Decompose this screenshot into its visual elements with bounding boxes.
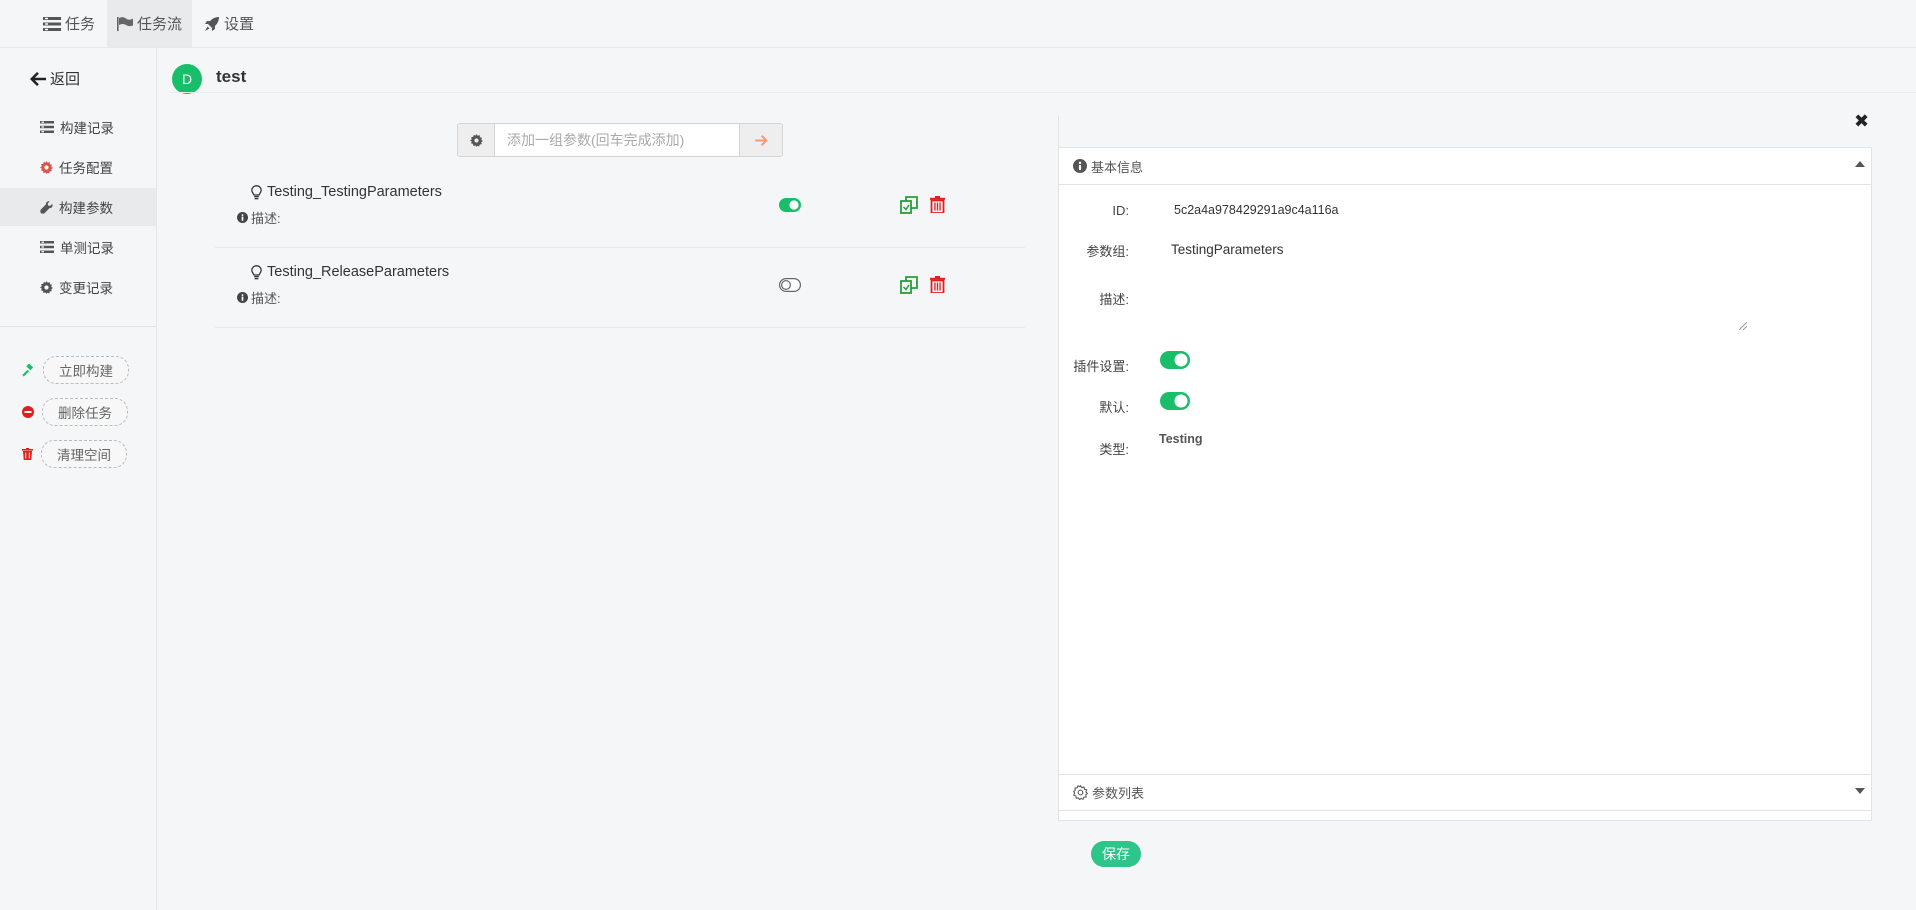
id-value: 5c2a4a978429291a9c4a116a — [1174, 203, 1339, 217]
tasks-icon — [43, 16, 61, 31]
param-name-label: Testing_TestingParameters — [267, 184, 442, 200]
resize-grip-icon[interactable] — [1739, 322, 1747, 330]
sidebar-item-label: 单测记录 — [60, 241, 114, 256]
arrow-right-icon — [754, 134, 768, 146]
plugin-toggle[interactable] — [1160, 351, 1190, 369]
info-icon — [237, 212, 248, 223]
sidebar-item-task-config[interactable]: 任务配置 — [0, 148, 156, 186]
info-icon — [237, 292, 248, 303]
sidebar-item-label: 任务配置 — [59, 161, 113, 176]
plugin-label: 插件设置: — [1073, 359, 1129, 374]
caret-down-icon — [1855, 788, 1865, 794]
lightbulb-icon — [251, 184, 262, 199]
param-desc: 描述: — [237, 288, 281, 307]
param-name[interactable]: Testing_TestingParameters — [251, 184, 442, 200]
desc-textarea[interactable] — [1167, 262, 1751, 316]
tab-tasks[interactable]: 任务 — [33, 0, 105, 47]
gear-icon — [40, 160, 53, 174]
build-now-button[interactable]: 立即构建 — [43, 356, 129, 384]
default-toggle[interactable] — [1160, 392, 1190, 410]
default-label: 默认: — [1099, 400, 1129, 415]
tab-tasks-label: 任务 — [65, 16, 96, 33]
gear-icon — [40, 280, 53, 294]
desc-label: 描述: — [1099, 292, 1129, 307]
build-now-action[interactable]: 立即构建 — [22, 356, 129, 384]
top-nav: 任务 任务流 设置 — [0, 0, 1916, 48]
param-row[interactable]: Testing_TestingParameters 描述: — [215, 168, 1025, 248]
sidebar: 返回 构建记录 任务配置 构建参数 单测记录 变更记录 立即构建 删除任务 清理… — [0, 48, 157, 910]
header-divider — [170, 92, 1916, 93]
sidebar-item-label: 构建记录 — [60, 121, 114, 136]
id-label: ID: — [1112, 203, 1129, 218]
sidebar-item-build-params[interactable]: 构建参数 — [0, 188, 156, 226]
copy-icon[interactable] — [900, 196, 918, 214]
gavel-icon — [22, 363, 34, 377]
clean-space-button[interactable]: 清理空间 — [41, 440, 127, 468]
add-param-bar — [457, 123, 783, 157]
close-icon[interactable]: ✖ — [1854, 111, 1869, 132]
back-label: 返回 — [50, 71, 81, 88]
param-desc: 描述: — [237, 208, 281, 227]
group-label: 参数组: — [1086, 244, 1129, 259]
back-button[interactable]: 返回 — [30, 68, 80, 89]
delete-task-button[interactable]: 删除任务 — [42, 398, 128, 426]
list-icon — [40, 121, 54, 133]
minus-circle-icon — [22, 406, 34, 418]
flag-icon — [117, 16, 133, 31]
trash-icon[interactable] — [930, 276, 945, 293]
basic-info-header[interactable]: 基本信息 — [1059, 148, 1871, 185]
param-desc-label: 描述: — [251, 211, 281, 226]
sidebar-item-label: 变更记录 — [59, 281, 113, 296]
tab-taskflow[interactable]: 任务流 — [107, 0, 193, 47]
copy-icon[interactable] — [900, 276, 918, 294]
settings-outline-icon — [1073, 785, 1088, 800]
param-name[interactable]: Testing_ReleaseParameters — [251, 264, 449, 280]
rocket-icon — [205, 16, 219, 31]
panel-border — [1058, 116, 1059, 147]
param-list-header[interactable]: 参数列表 — [1059, 774, 1871, 811]
sidebar-item-unit-test-records[interactable]: 单测记录 — [0, 228, 156, 266]
trash-icon — [22, 448, 33, 460]
param-desc-label: 描述: — [251, 291, 281, 306]
param-list-title: 参数列表 — [1092, 786, 1145, 801]
sidebar-item-label: 构建参数 — [59, 201, 113, 216]
add-param-submit-button[interactable] — [739, 124, 782, 156]
param-row[interactable]: Testing_ReleaseParameters 描述: — [215, 248, 1025, 328]
info-icon — [1073, 159, 1087, 173]
param-detail-panel: 基本信息 ID: 5c2a4a978429291a9c4a116a 参数组: T… — [1058, 147, 1872, 821]
param-name-label: Testing_ReleaseParameters — [267, 264, 450, 280]
list-icon — [40, 241, 54, 253]
param-enabled-toggle[interactable] — [779, 198, 801, 212]
type-value: Testing — [1159, 432, 1203, 446]
add-param-input[interactable] — [495, 124, 739, 156]
clean-space-action[interactable]: 清理空间 — [22, 440, 127, 468]
tab-taskflow-label: 任务流 — [137, 16, 183, 33]
gear-icon — [469, 133, 483, 147]
param-settings-button[interactable] — [458, 124, 495, 156]
avatar: D — [172, 64, 202, 94]
sidebar-item-change-records[interactable]: 变更记录 — [0, 268, 156, 306]
delete-task-action[interactable]: 删除任务 — [22, 398, 128, 426]
type-label: 类型: — [1099, 442, 1129, 457]
wrench-icon — [40, 200, 53, 214]
page-title: test — [216, 67, 247, 86]
basic-info-title: 基本信息 — [1091, 159, 1144, 175]
param-enabled-toggle[interactable] — [779, 278, 801, 292]
arrow-left-icon — [30, 71, 46, 86]
save-button[interactable]: 保存 — [1091, 841, 1141, 867]
sidebar-item-build-records[interactable]: 构建记录 — [0, 108, 156, 146]
sidebar-divider — [0, 326, 156, 327]
tab-settings-label: 设置 — [224, 16, 255, 33]
tab-settings[interactable]: 设置 — [194, 0, 264, 47]
trash-icon[interactable] — [930, 196, 945, 213]
caret-up-icon — [1855, 161, 1865, 167]
lightbulb-icon — [251, 264, 262, 279]
group-value[interactable]: TestingParameters — [1171, 242, 1284, 257]
